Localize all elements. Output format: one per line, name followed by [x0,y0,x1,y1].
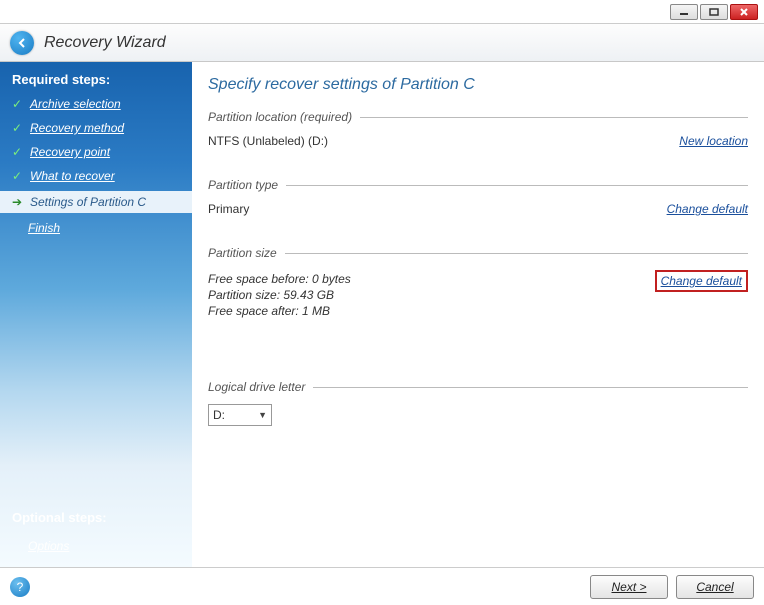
divider [286,185,748,186]
divider [360,117,748,118]
section-heading: Logical drive letter [208,380,305,394]
step-recovery-method[interactable]: ✓ Recovery method [12,119,180,137]
step-what-to-recover[interactable]: ✓ What to recover [12,167,180,185]
partition-location-value: NTFS (Unlabeled) (D:) [208,134,328,148]
step-label: Settings of Partition C [30,195,146,209]
step-label: Recovery method [30,121,124,135]
change-default-size-highlight: Change default [655,270,748,292]
body: Required steps: ✓ Archive selection ✓ Re… [0,62,764,567]
change-default-size-link[interactable]: Change default [661,274,742,288]
free-space-before: Free space before: 0 bytes [208,272,351,286]
check-icon: ✓ [12,169,24,183]
optional-steps: Optional steps: Options [12,510,107,553]
step-label: What to recover [30,169,115,183]
required-steps-heading: Required steps: [12,72,180,87]
next-button[interactable]: Next > [590,575,668,599]
wizard-header: Recovery Wizard [0,24,764,62]
change-default-type-link[interactable]: Change default [667,202,748,216]
cancel-button[interactable]: Cancel [676,575,754,599]
maximize-button[interactable] [700,4,728,20]
options-link[interactable]: Options [28,539,69,553]
back-button[interactable] [10,31,34,55]
main-panel: Specify recover settings of Partition C … [192,62,764,567]
step-archive-selection[interactable]: ✓ Archive selection [12,95,180,113]
step-recovery-point[interactable]: ✓ Recovery point [12,143,180,161]
section-heading: Partition type [208,178,278,192]
partition-size-values: Free space before: 0 bytes Partition siz… [208,270,351,320]
section-logical-drive-letter: Logical drive letter D: ▼ [208,380,748,426]
drive-letter-value: D: [213,408,225,422]
partition-size-value: Partition size: 59.43 GB [208,288,351,302]
section-partition-size: Partition size Free space before: 0 byte… [208,246,748,320]
divider [313,387,748,388]
section-partition-type: Partition type Primary Change default [208,178,748,216]
check-icon: ✓ [12,97,24,111]
minimize-button[interactable] [670,4,698,20]
check-icon: ✓ [12,145,24,159]
drive-letter-select[interactable]: D: ▼ [208,404,272,426]
step-label: Finish [28,221,60,235]
step-label: Recovery point [30,145,110,159]
chevron-down-icon: ▼ [258,410,267,420]
wizard-title: Recovery Wizard [44,34,166,52]
step-finish[interactable]: Finish [12,219,180,237]
help-button[interactable]: ? [10,577,30,597]
titlebar [0,0,764,24]
arrow-right-icon: ➔ [12,195,24,209]
section-heading: Partition location (required) [208,110,352,124]
close-button[interactable] [730,4,758,20]
section-heading: Partition size [208,246,277,260]
check-icon: ✓ [12,121,24,135]
optional-steps-heading: Optional steps: [12,510,107,525]
step-label: Archive selection [30,97,121,111]
divider [285,253,748,254]
section-partition-location: Partition location (required) NTFS (Unla… [208,110,748,148]
footer: ? Next > Cancel [0,567,764,605]
free-space-after: Free space after: 1 MB [208,304,351,318]
partition-type-value: Primary [208,202,249,216]
step-settings-partition-c[interactable]: ➔ Settings of Partition C [0,191,192,213]
sidebar: Required steps: ✓ Archive selection ✓ Re… [0,62,192,567]
page-title: Specify recover settings of Partition C [208,76,748,94]
new-location-link[interactable]: New location [679,134,748,148]
